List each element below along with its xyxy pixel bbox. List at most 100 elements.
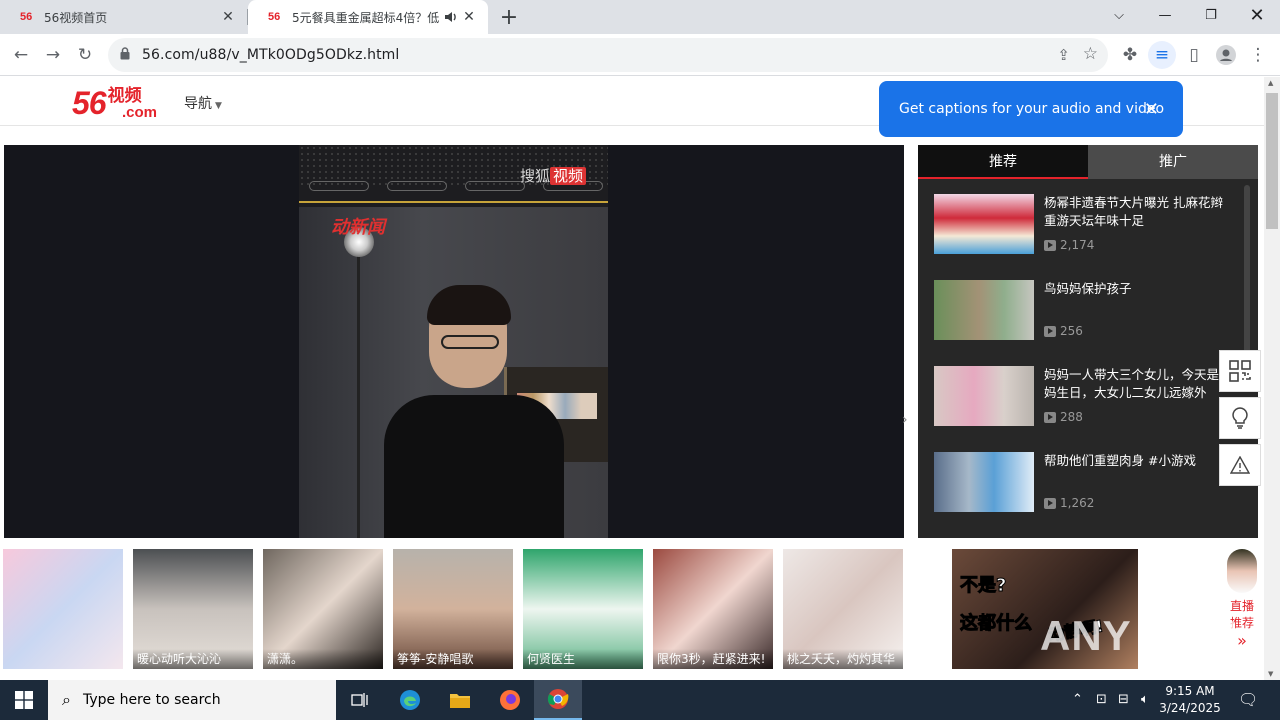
tab-recommend[interactable]: 推荐 — [918, 145, 1088, 179]
live-card[interactable]: 何贤医生 — [523, 549, 643, 669]
tab-promote[interactable]: 推广 — [1088, 145, 1258, 179]
extensions-icon[interactable]: ✤ — [1116, 41, 1144, 69]
live-card[interactable]: 桃之夭夭，灼灼其华 — [783, 549, 903, 669]
scroll-down-icon[interactable]: ▼ — [1268, 670, 1273, 678]
file-explorer-icon[interactable] — [436, 680, 484, 720]
close-icon[interactable]: ✕ — [1144, 99, 1159, 120]
tab-56-home[interactable]: 56 56视频首页 ✕ — [0, 0, 247, 34]
view-count: 256 — [1044, 324, 1083, 338]
tab-title: 5元餐具重金属超标4倍？低 — [292, 10, 440, 25]
list-item[interactable]: 鸟妈妈保护孩子 256 — [934, 280, 1234, 342]
card-caption: 何贤医生 — [523, 649, 643, 669]
site-favicon: 56 — [20, 11, 33, 23]
live-card[interactable]: 筝筝-安静唱歌 — [393, 549, 513, 669]
video-title[interactable]: 帮助他们重塑肉身 #小游戏 — [1044, 452, 1234, 470]
site-logo[interactable]: 56 视频 .com — [72, 84, 157, 121]
chevron-up-icon[interactable]: ⌃ — [1072, 692, 1083, 707]
news-logo: 动新闻 — [331, 217, 385, 238]
tab-title: 56视频首页 — [44, 10, 108, 25]
scroll-up-icon[interactable]: ▲ — [1268, 79, 1273, 87]
volume-icon[interactable]: 🔈︎ — [1141, 692, 1149, 707]
warning-icon[interactable] — [1219, 444, 1261, 486]
profile-icon[interactable] — [1212, 41, 1240, 69]
header-pill — [465, 181, 525, 191]
taskbar-search[interactable]: ⌕ Type here to search — [48, 680, 336, 720]
window-close-icon[interactable]: ✕ — [1234, 0, 1280, 30]
caret-down-icon: ▼ — [215, 101, 222, 111]
header-pill — [387, 181, 447, 191]
ad-text: 不是? — [959, 575, 1007, 597]
live-card[interactable] — [3, 549, 123, 669]
restore-icon[interactable]: ❐ — [1188, 0, 1234, 30]
view-count: 2,174 — [1044, 238, 1094, 252]
list-item[interactable]: 帮助他们重塑肉身 #小游戏 1,262 — [934, 452, 1234, 514]
bookmark-star-icon[interactable]: ☆ — [1083, 44, 1098, 64]
system-clock[interactable]: 9:15 AM 3/24/2025 — [1150, 683, 1230, 717]
close-icon[interactable]: ✕ — [460, 8, 478, 26]
card-caption: 筝筝-安静唱歌 — [393, 649, 513, 669]
reload-icon[interactable]: ↻ — [71, 41, 99, 69]
video-frame[interactable]: 搜狐 视频 动新闻 — [299, 145, 608, 538]
presenter-body — [384, 395, 564, 538]
scrollbar-thumb[interactable] — [1266, 93, 1278, 229]
new-tab-icon[interactable]: + — [498, 5, 520, 30]
video-player[interactable]: 搜狐 视频 动新闻 › — [4, 145, 908, 538]
menu-icon[interactable]: ⋮ — [1244, 41, 1272, 69]
speaker-icon[interactable] — [442, 8, 460, 26]
url-text: 56.com/u88/v_MTk0ODg5ODkz.html — [142, 47, 400, 63]
card-caption — [3, 649, 123, 669]
view-count: 1,262 — [1044, 496, 1094, 510]
lock-icon — [120, 47, 130, 64]
site-favicon: 56 — [268, 11, 281, 23]
media-controls-icon[interactable]: ≡ — [1148, 41, 1176, 69]
task-view-icon[interactable] — [336, 680, 384, 720]
view-count-value: 1,262 — [1060, 496, 1095, 510]
live-card[interactable]: 限你3秒，赶紧进来! — [653, 549, 773, 669]
side-panel-icon[interactable]: ▯ — [1180, 41, 1208, 69]
minimize-icon[interactable]: — — [1142, 0, 1188, 30]
chrome-icon[interactable] — [534, 680, 582, 720]
close-icon[interactable]: ✕ — [219, 8, 237, 26]
card-caption: 限你3秒，赶紧进来! — [653, 649, 773, 669]
live-card[interactable]: 潇潇。 — [263, 549, 383, 669]
back-icon[interactable]: ← — [7, 41, 35, 69]
video-title[interactable]: 妈妈一人带大三个女儿，今天是妈妈生日，大女儿二女儿远嫁外地,... — [1044, 366, 1234, 402]
video-thumbnail[interactable] — [934, 194, 1034, 254]
logo-chinese: 视频 — [107, 86, 142, 106]
windows-start-icon[interactable] — [0, 680, 48, 720]
chevron-right-icon[interactable]: › — [902, 412, 908, 428]
video-title[interactable]: 鸟妈妈保护孩子 — [1044, 280, 1234, 298]
share-icon[interactable]: ⇪ — [1057, 46, 1070, 64]
tab-video[interactable]: 56 5元餐具重金属超标4倍？低 ✕ — [248, 0, 488, 34]
firefox-icon[interactable] — [486, 680, 534, 720]
edge-icon[interactable] — [386, 680, 434, 720]
video-thumbnail[interactable] — [934, 280, 1034, 340]
meet-now-icon[interactable]: ⊡ — [1096, 692, 1107, 707]
notification-icon[interactable]: 🗨︎ — [1238, 690, 1258, 709]
nav-label: 导航 — [184, 96, 212, 112]
video-thumbnail[interactable] — [934, 366, 1034, 426]
view-count-value: 256 — [1060, 324, 1083, 338]
light-stand — [357, 255, 360, 538]
search-icon: ⌕ — [62, 690, 71, 709]
qr-code-icon[interactable] — [1219, 350, 1261, 392]
live-card[interactable]: 暖心动听大沁沁 — [133, 549, 253, 669]
page-scrollbar[interactable]: ▲ ▼ — [1264, 77, 1280, 680]
address-bar[interactable]: 56.com/u88/v_MTk0ODg5ODkz.html ⇪ ☆ — [108, 38, 1108, 72]
search-placeholder: Type here to search — [82, 692, 221, 708]
clock-date: 3/24/2025 — [1159, 701, 1221, 715]
video-thumbnail[interactable] — [934, 452, 1034, 512]
network-icon[interactable]: ⊟ — [1118, 692, 1129, 707]
video-title[interactable]: 杨幂非遗春节大片曝光 扎麻花辫重游天坛年味十足 — [1044, 194, 1234, 230]
header-pill — [309, 181, 369, 191]
list-item[interactable]: 妈妈一人带大三个女儿，今天是妈妈生日，大女儿二女儿远嫁外地,... 288 — [934, 366, 1234, 428]
nav-dropdown[interactable]: 导航 ▼ — [184, 93, 222, 113]
forward-icon[interactable]: → — [39, 41, 67, 69]
windows-taskbar: ⌕ Type here to search ⌃ ⊡ ⊟ 🔈︎ 9:15 AM 3… — [0, 680, 1280, 720]
lightbulb-icon[interactable] — [1219, 397, 1261, 439]
tab-search-icon[interactable]: ⌵ — [1096, 0, 1142, 30]
ad-text: 这都什么 — [960, 613, 1033, 635]
card-caption: 桃之夭夭，灼灼其华 — [783, 649, 903, 669]
list-item[interactable]: 杨幂非遗春节大片曝光 扎麻花辫重游天坛年味十足 2,174 — [934, 194, 1234, 256]
card-caption: 潇潇。 — [263, 649, 383, 669]
